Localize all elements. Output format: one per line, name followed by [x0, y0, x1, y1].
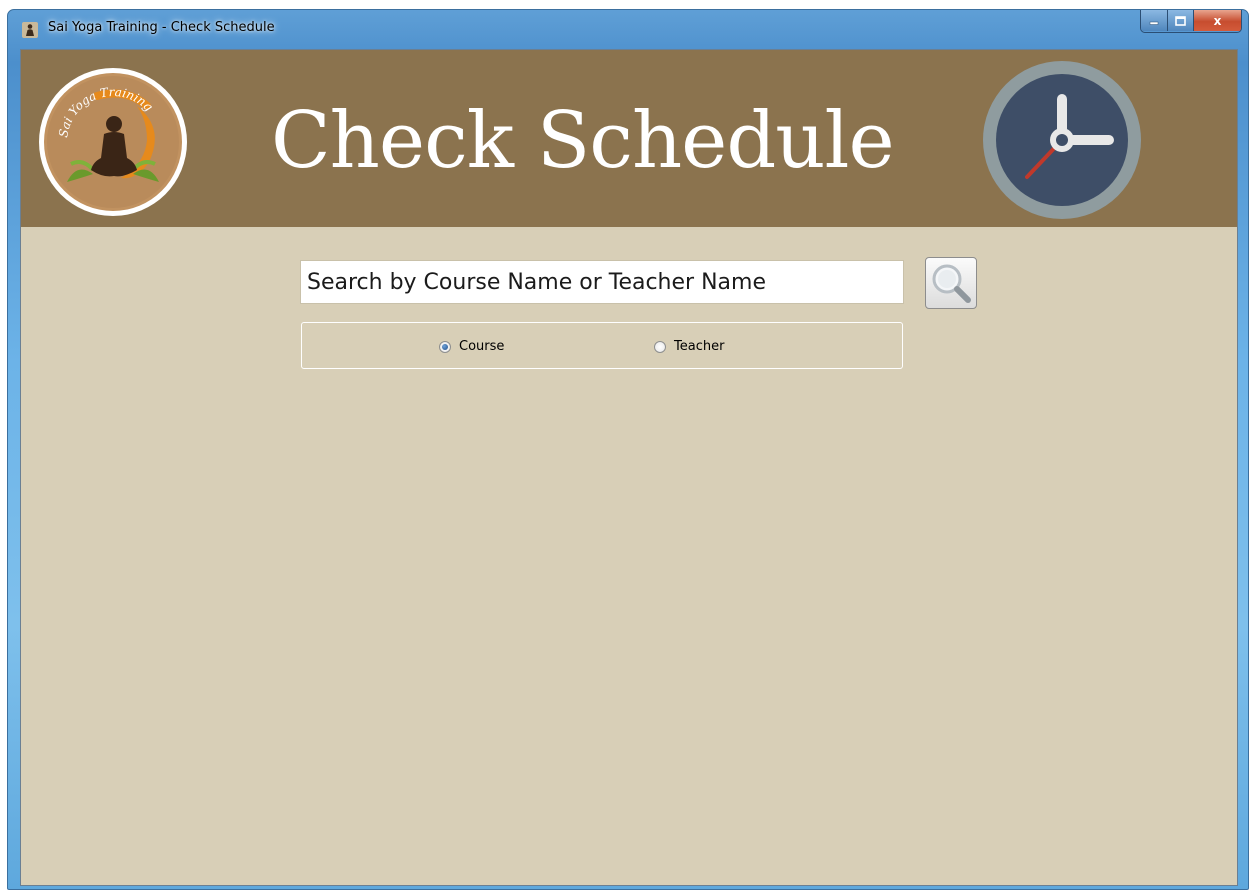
search-type-group: Course Teacher [301, 322, 903, 369]
close-icon: x [1213, 13, 1222, 28]
radio-teacher-label: Teacher [674, 339, 725, 354]
page-title: Check Schedule [271, 96, 895, 186]
minimize-button[interactable] [1141, 10, 1168, 31]
magnifier-icon [932, 264, 971, 303]
maximize-button[interactable] [1168, 10, 1194, 31]
app-window: Sai Yoga Training - Check Schedule x Sai… [7, 9, 1249, 890]
radio-course-label: Course [459, 339, 505, 354]
client-area: Sai Yoga Training Check Schedule Search … [20, 49, 1238, 886]
close-button[interactable]: x [1194, 10, 1241, 31]
window-title: Sai Yoga Training - Check Schedule [48, 20, 275, 35]
window-controls: x [1140, 10, 1242, 33]
meditation-figure-icon: Sai Yoga Training [39, 68, 187, 216]
radio-teacher[interactable]: Teacher [654, 339, 724, 354]
title-bar[interactable]: Sai Yoga Training - Check Schedule x [8, 10, 1248, 48]
search-button[interactable] [925, 257, 977, 309]
clock-icon [983, 61, 1141, 219]
app-icon [22, 22, 38, 38]
radio-course[interactable]: Course [439, 339, 504, 354]
header-banner: Sai Yoga Training Check Schedule [21, 50, 1237, 227]
radio-teacher-indicator[interactable] [654, 340, 666, 353]
radio-course-indicator[interactable] [439, 340, 451, 353]
search-input[interactable] [300, 260, 904, 304]
